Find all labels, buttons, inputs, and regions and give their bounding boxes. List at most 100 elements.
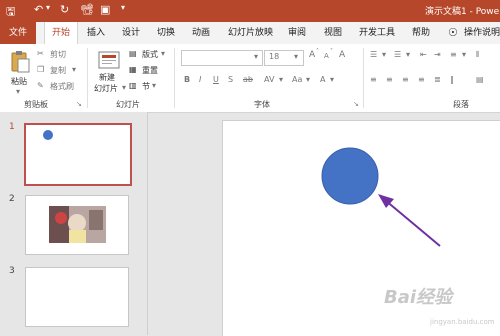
tab-review[interactable]: 审阅 [288, 22, 306, 44]
font-name-dropdown-icon[interactable]: ▾ [254, 52, 258, 61]
font-launcher-icon[interactable]: ↘ [353, 100, 359, 108]
tab-view[interactable]: 视图 [324, 22, 342, 44]
strikethrough-button[interactable]: ab [243, 75, 253, 84]
thumbnail-picture [49, 206, 106, 243]
presenter-icon[interactable]: 📽 [80, 3, 94, 16]
reset-button[interactable]: 重置 [142, 65, 158, 76]
ribbon: 粘贴 ▾ ✂ 剪切 ❐ 复制 ▾ ✎ 格式刷 剪贴板 ↘ 新建 幻灯片 ▾ ▤ … [0, 44, 500, 113]
align-text-icon[interactable]: ▤ [476, 75, 484, 84]
shadow-button[interactable]: S [228, 75, 233, 84]
undo-icon[interactable]: ↶ [34, 3, 43, 16]
increase-indent-icon[interactable]: ⇥ [434, 50, 441, 59]
group-separator [87, 48, 88, 108]
clear-format-button[interactable]: A [339, 50, 345, 60]
slide-thumbnail-2[interactable] [25, 195, 129, 255]
copy-icon[interactable]: ❐ [37, 65, 44, 74]
slide-thumbnail-3[interactable] [25, 267, 129, 327]
watermark-url: jingyan.baidu.com [430, 318, 495, 326]
clipboard-launcher-icon[interactable]: ↘ [76, 100, 82, 108]
redo-icon[interactable]: ↻ [60, 3, 69, 16]
font-color-dropdown-icon[interactable]: ▾ [330, 75, 334, 84]
customize-quick-access-icon[interactable]: ▾ [121, 3, 125, 12]
tab-transitions[interactable]: 切换 [157, 22, 175, 44]
new-slide-icon[interactable] [98, 50, 120, 72]
format-painter-button[interactable]: 格式刷 [50, 81, 74, 92]
tab-home[interactable]: 开始 [44, 22, 79, 45]
group-separator [174, 48, 175, 108]
tab-insert[interactable]: 插入 [87, 22, 105, 44]
character-spacing-button[interactable]: AV [264, 75, 274, 84]
align-right-icon[interactable]: ≡ [402, 75, 409, 84]
italic-button[interactable]: I [199, 75, 201, 84]
slides-group-label: 幻灯片 [116, 100, 140, 109]
tab-animations[interactable]: 动画 [192, 22, 210, 44]
justify-icon[interactable]: ≡ [418, 75, 425, 84]
bullets-icon[interactable]: ☰ [370, 50, 377, 59]
paste-icon[interactable] [10, 50, 30, 74]
format-painter-icon[interactable]: ✎ [37, 81, 44, 90]
bold-button[interactable]: B [184, 75, 190, 84]
reset-icon[interactable]: ▦ [129, 65, 137, 74]
decrease-font-icon: ˅ [330, 48, 333, 55]
save-icon[interactable]: 🖫 [6, 3, 15, 22]
slide-number: 1 [9, 122, 15, 132]
tab-file[interactable]: 文件 [0, 22, 37, 44]
cut-icon[interactable]: ✂ [37, 49, 44, 58]
lightbulb-icon: ☉ [448, 26, 458, 39]
distributed-icon[interactable]: ≣ [434, 75, 441, 84]
slide-canvas[interactable] [222, 120, 500, 336]
section-dropdown-icon[interactable]: ▾ [152, 81, 156, 90]
cut-button[interactable]: 剪切 [50, 49, 66, 60]
tab-slideshow[interactable]: 幻灯片放映 [228, 22, 273, 44]
copy-button[interactable]: 复制 [50, 65, 66, 76]
tab-help[interactable]: 帮助 [412, 22, 430, 44]
tab-design[interactable]: 设计 [122, 22, 140, 44]
layout-button[interactable]: 版式 [142, 49, 158, 60]
paragraph-group-label: 段落 [453, 100, 469, 109]
slideshow-icon[interactable]: ▣ [100, 3, 110, 16]
ribbon-tabs: 文件 开始 插入 设计 切换 动画 幻灯片放映 审阅 视图 开发工具 帮助 ☉ … [0, 22, 500, 45]
section-icon[interactable]: ▥ [129, 81, 137, 90]
change-case-button[interactable]: Aa [292, 75, 302, 84]
layout-dropdown-icon[interactable]: ▾ [161, 49, 165, 58]
new-slide-label[interactable]: 新建 [99, 72, 115, 83]
increase-font-button[interactable]: A [309, 50, 315, 60]
decrease-font-button[interactable]: A [324, 52, 329, 60]
line-spacing-dropdown-icon[interactable]: ▾ [462, 50, 466, 59]
align-center-icon[interactable]: ≡ [386, 75, 393, 84]
numbering-dropdown-icon[interactable]: ▾ [406, 50, 410, 59]
section-button[interactable]: 节 [142, 81, 150, 92]
columns-icon[interactable]: ‖ [450, 75, 454, 84]
layout-icon[interactable]: ▤ [129, 49, 137, 58]
new-slide-dropdown-icon[interactable]: ▾ [122, 83, 126, 92]
font-size-dropdown-icon[interactable]: ▾ [294, 52, 298, 61]
bullets-dropdown-icon[interactable]: ▾ [382, 50, 386, 59]
align-left-icon[interactable]: ≡ [370, 75, 377, 84]
window-title: 演示文稿1 - Powe [425, 7, 500, 17]
blue-circle-shape[interactable] [321, 147, 379, 205]
watermark-logo: Bai经验 [384, 287, 453, 308]
copy-dropdown-icon[interactable]: ▾ [72, 65, 76, 74]
slide-thumbnail-pane: 1 2 3 [0, 112, 147, 335]
font-name-dropdown[interactable] [181, 50, 263, 66]
slide-number: 3 [9, 266, 15, 276]
increase-font-icon: ˄ [316, 48, 319, 55]
underline-button[interactable]: U [213, 75, 219, 84]
character-spacing-dropdown-icon[interactable]: ▾ [279, 75, 283, 84]
tell-me-search[interactable]: 操作说明 [464, 22, 500, 44]
slide-thumbnail-1[interactable] [24, 123, 132, 186]
text-direction-icon[interactable]: ⫴ [476, 50, 479, 60]
paste-button[interactable]: 粘贴 [11, 76, 27, 87]
clipboard-group-label: 剪贴板 [24, 100, 48, 109]
change-case-dropdown-icon[interactable]: ▾ [306, 75, 310, 84]
undo-dropdown-icon[interactable]: ▾ [46, 3, 50, 12]
new-slide-label-2[interactable]: 幻灯片 [94, 83, 118, 94]
pane-divider[interactable] [147, 112, 148, 335]
decrease-indent-icon[interactable]: ⇤ [420, 50, 427, 59]
numbering-icon[interactable]: ☰ [394, 50, 401, 59]
tab-developer[interactable]: 开发工具 [359, 22, 395, 44]
font-color-button[interactable]: A [320, 75, 325, 84]
paste-dropdown-icon[interactable]: ▾ [16, 87, 20, 96]
line-spacing-icon[interactable]: ≡ [450, 50, 457, 59]
slide-number: 2 [9, 194, 15, 204]
